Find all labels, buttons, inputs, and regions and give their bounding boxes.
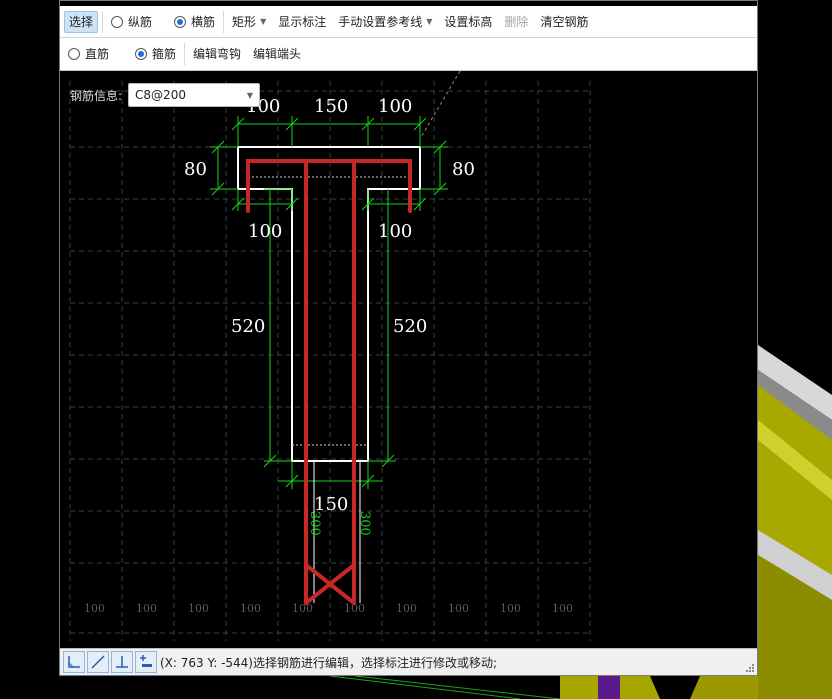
edit-end-button[interactable]: 编辑端头 [249, 43, 305, 65]
stirrup-radio[interactable]: 箍筋 [131, 43, 180, 65]
toolbar-divider [223, 10, 225, 33]
grid-label: 100 [396, 602, 417, 615]
grid-label: 100 [292, 602, 313, 615]
drawing-canvas[interactable]: 100 100 100 100 100 100 100 100 100 100 [60, 71, 757, 646]
dim-ext-right[interactable]: 300 [357, 511, 372, 536]
grid-label: 100 [500, 602, 521, 615]
grid-label: 100 [188, 602, 209, 615]
longitudinal-label: 纵筋 [128, 14, 153, 29]
diagonal-line-icon [91, 655, 105, 669]
dim-flange-right[interactable]: 80 [452, 159, 475, 180]
grid-label: 100 [136, 602, 157, 615]
grid-labels: 100 100 100 100 100 100 100 100 100 100 [84, 602, 573, 615]
toolbar-divider [102, 10, 104, 33]
radio-unchecked-icon [68, 48, 80, 60]
manual-reference-line-dropdown[interactable]: 手动设置参考线 ▼ [334, 11, 436, 33]
dim-top-mid[interactable]: 150 [314, 96, 348, 117]
rebar-info-value: C8@200 [135, 88, 186, 102]
dim-top-right[interactable]: 100 [378, 96, 412, 117]
grid-label: 100 [240, 602, 261, 615]
secondary-toolbar: 直筋 箍筋 编辑弯钩 编辑端头 [60, 38, 757, 71]
rebar-info-label: 钢筋信息: [70, 88, 123, 103]
add-line-button[interactable] [135, 651, 157, 673]
clear-rebar-button[interactable]: 清空钢筋 [536, 11, 592, 33]
free-line-button[interactable] [87, 651, 109, 673]
transverse-label: 横筋 [191, 14, 216, 29]
clear-rebar-label: 清空钢筋 [540, 14, 589, 29]
dim-ext-left[interactable]: 300 [307, 511, 322, 536]
dim-web-right[interactable]: 520 [393, 316, 427, 337]
set-elevation-label: 设置标高 [444, 14, 493, 29]
rebar-editor-dialog: 选择 纵筋 横筋 矩形 ▼ 显示标注 手动设置参考线 ▼ 设置标高 删除 清空钢筋 … [59, 0, 758, 676]
straight-rebar-radio[interactable]: 直筋 [64, 43, 113, 65]
resize-grip-icon[interactable] [746, 664, 754, 672]
dim-under-right[interactable]: 100 [378, 221, 412, 242]
dimension-texts: 100 150 100 80 80 100 100 520 520 150 [184, 96, 475, 515]
perpendicular-icon [116, 656, 128, 668]
show-dimensions-button[interactable]: 显示标注 [274, 11, 330, 33]
longitudinal-radio[interactable]: 纵筋 [107, 11, 156, 33]
dim-flange-left[interactable]: 80 [184, 159, 207, 180]
reference-line [419, 71, 461, 140]
chevron-down-icon: ▼ [246, 90, 254, 100]
radio-unchecked-icon [111, 15, 124, 28]
main-toolbar: 选择 纵筋 横筋 矩形 ▼ 显示标注 手动设置参考线 ▼ 设置标高 删除 清空钢筋 [60, 6, 757, 38]
delete-label: 删除 [504, 14, 529, 29]
grid-label: 100 [448, 602, 469, 615]
rebar-info-panel: 钢筋信息: C8@200 ▼ [70, 83, 261, 107]
radio-checked-icon [174, 15, 187, 28]
dim-web-left[interactable]: 520 [231, 316, 265, 337]
delete-button[interactable]: 删除 [500, 11, 532, 33]
grid-label: 100 [84, 602, 105, 615]
chevron-down-icon: ▼ [426, 16, 433, 26]
grid-lines [69, 81, 591, 641]
orthogonal-snap-button[interactable] [63, 651, 85, 673]
select-label: 选择 [69, 14, 94, 29]
dim-under-left[interactable]: 100 [248, 221, 282, 242]
section-outline[interactable] [237, 146, 421, 462]
grid-label: 100 [552, 602, 573, 615]
show-dimensions-label: 显示标注 [278, 14, 327, 29]
edit-hook-button[interactable]: 编辑弯钩 [189, 43, 245, 65]
add-line-icon [140, 655, 152, 667]
transverse-radio[interactable]: 横筋 [170, 11, 219, 33]
edit-hook-label: 编辑弯钩 [193, 47, 242, 61]
straight-rebar-label: 直筋 [85, 47, 110, 61]
select-button[interactable]: 选择 [64, 10, 99, 33]
rebar-info-select[interactable]: C8@200 ▼ [128, 83, 261, 107]
status-bar: (X: 763 Y: -544)选择钢筋进行编辑，选择标注进行修改或移动; [60, 648, 757, 675]
chevron-down-icon: ▼ [260, 16, 267, 26]
edit-end-label: 编辑端头 [253, 47, 302, 61]
stirrup-label: 箍筋 [152, 47, 177, 61]
shape-dropdown[interactable]: 矩形 ▼ [228, 11, 270, 33]
radio-checked-icon [135, 48, 148, 60]
orthogonal-icon [68, 656, 80, 668]
manual-reference-line-label: 手动设置参考线 [338, 14, 423, 29]
shape-label: 矩形 [232, 14, 257, 29]
set-elevation-button[interactable]: 设置标高 [440, 11, 496, 33]
toolbar-divider [184, 43, 186, 65]
perpendicular-button[interactable] [111, 651, 133, 673]
status-text: (X: 763 Y: -544)选择钢筋进行编辑，选择标注进行修改或移动; [160, 655, 498, 670]
